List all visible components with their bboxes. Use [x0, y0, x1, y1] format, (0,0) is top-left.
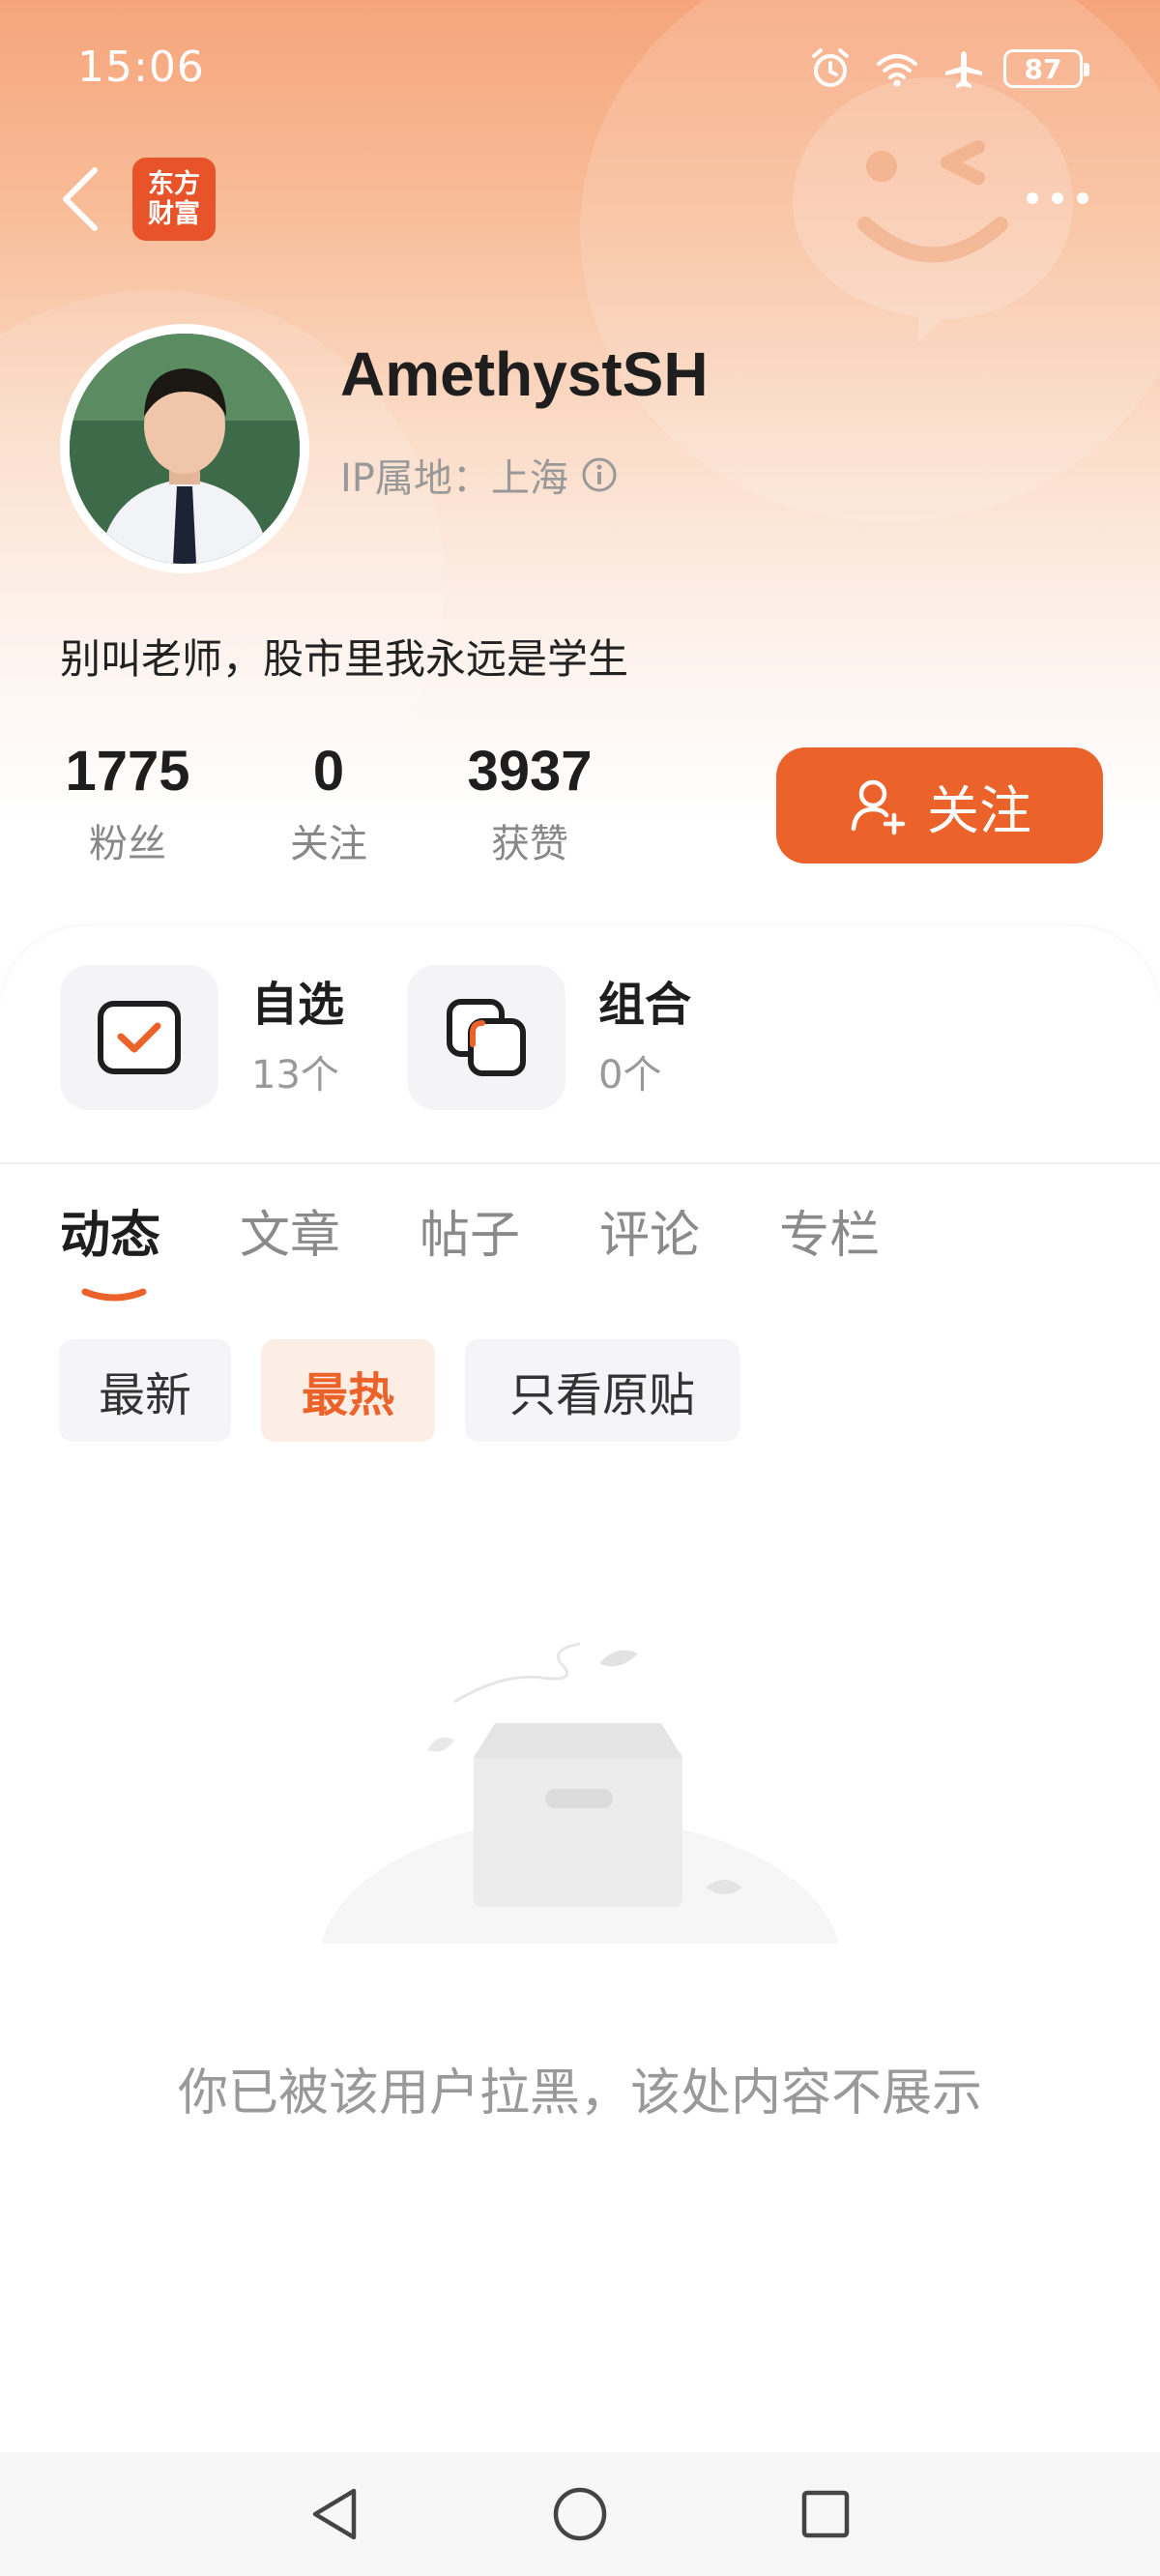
status-time: 15:06: [77, 43, 205, 92]
logo-text-line2: 财富: [148, 199, 200, 229]
filter-hottest[interactable]: 最热: [261, 1339, 435, 1442]
status-bar: 15:06 87: [0, 0, 1160, 135]
tab-label: 动态: [60, 1207, 161, 1265]
tab-label: 专栏: [779, 1207, 881, 1265]
alarm-icon: [812, 48, 849, 87]
stat-following[interactable]: 0 关注: [232, 739, 425, 868]
active-tab-indicator: [81, 1288, 147, 1302]
stat-label: 获赞: [491, 822, 568, 866]
feature-text: 自选 13个: [251, 976, 344, 1099]
battery-icon: 87: [1003, 49, 1089, 88]
empty-box-icon: [309, 1642, 851, 1973]
system-navigation-bar: [0, 2452, 1160, 2576]
tab-label: 评论: [599, 1207, 701, 1265]
follow-button-label: 关注: [927, 779, 1031, 841]
stat-label: 关注: [290, 822, 367, 866]
tab-columns[interactable]: 专栏: [779, 1197, 880, 1274]
back-button[interactable]: [56, 164, 104, 234]
watchlist-entry[interactable]: 自选 13个: [60, 965, 344, 1110]
section-divider: [0, 1162, 1160, 1164]
filter-label: 最新: [98, 1368, 191, 1422]
empty-state-message: 你已被该用户拉黑，该处内容不展示: [177, 2064, 982, 2122]
stat-label: 粉丝: [89, 822, 166, 866]
tab-label: 文章: [240, 1207, 341, 1265]
avatar-portrait-icon: [70, 334, 300, 564]
avatar-photo: [70, 334, 300, 564]
filter-latest[interactable]: 最新: [59, 1339, 231, 1442]
stat-likes[interactable]: 3937 获赞: [433, 739, 626, 868]
tab-dynamics[interactable]: 动态: [60, 1197, 161, 1302]
feature-icon-box: [60, 965, 218, 1110]
add-user-icon: [851, 779, 906, 835]
logo-text-line1: 东方: [148, 169, 200, 199]
feature-title: 组合: [598, 978, 692, 1032]
home-circle-icon[interactable]: [549, 2483, 611, 2545]
stat-value: 0: [312, 740, 345, 803]
tab-posts[interactable]: 帖子: [420, 1197, 520, 1274]
filter-original-only[interactable]: 只看原贴: [465, 1339, 740, 1442]
tab-articles[interactable]: 文章: [240, 1197, 340, 1274]
portfolio-entry[interactable]: 组合 0个: [407, 965, 691, 1110]
feature-text: 组合 0个: [598, 976, 691, 1099]
recents-square-icon[interactable]: [795, 2483, 856, 2545]
ip-location-row: IP属地：上海: [340, 447, 619, 503]
stat-value: 3937: [467, 740, 593, 803]
airplane-mode-icon: [945, 51, 982, 88]
tab-label: 帖子: [420, 1207, 521, 1265]
back-triangle-icon[interactable]: [304, 2483, 365, 2545]
follow-button[interactable]: 关注: [776, 747, 1103, 864]
stat-followers[interactable]: 1775 粉丝: [31, 739, 224, 868]
app-logo[interactable]: 东方 财富: [132, 158, 216, 241]
info-circle-icon[interactable]: [580, 455, 619, 494]
avatar[interactable]: [60, 324, 309, 573]
username: AmethystSH: [340, 339, 709, 409]
feature-title: 自选: [251, 978, 345, 1032]
tab-comments[interactable]: 评论: [599, 1197, 700, 1274]
checkbox-icon: [98, 1001, 181, 1074]
filter-label: 只看原贴: [508, 1368, 695, 1422]
user-bio: 别叫老师，股市里我永远是学生: [60, 635, 629, 683]
stat-value: 1775: [65, 740, 190, 803]
feature-count: 0个: [598, 1053, 662, 1098]
feature-count: 13个: [251, 1053, 339, 1098]
ip-location: IP属地：上海: [340, 456, 568, 501]
feature-icon-box: [407, 965, 566, 1110]
status-icons: 87: [808, 44, 1089, 93]
wifi-icon: [877, 54, 917, 87]
content-tabs: 动态 文章 帖子 评论 专栏: [60, 1197, 880, 1302]
more-options-button[interactable]: [1023, 184, 1092, 213]
filter-label: 最热: [301, 1368, 394, 1422]
portfolio-icon: [447, 999, 526, 1076]
